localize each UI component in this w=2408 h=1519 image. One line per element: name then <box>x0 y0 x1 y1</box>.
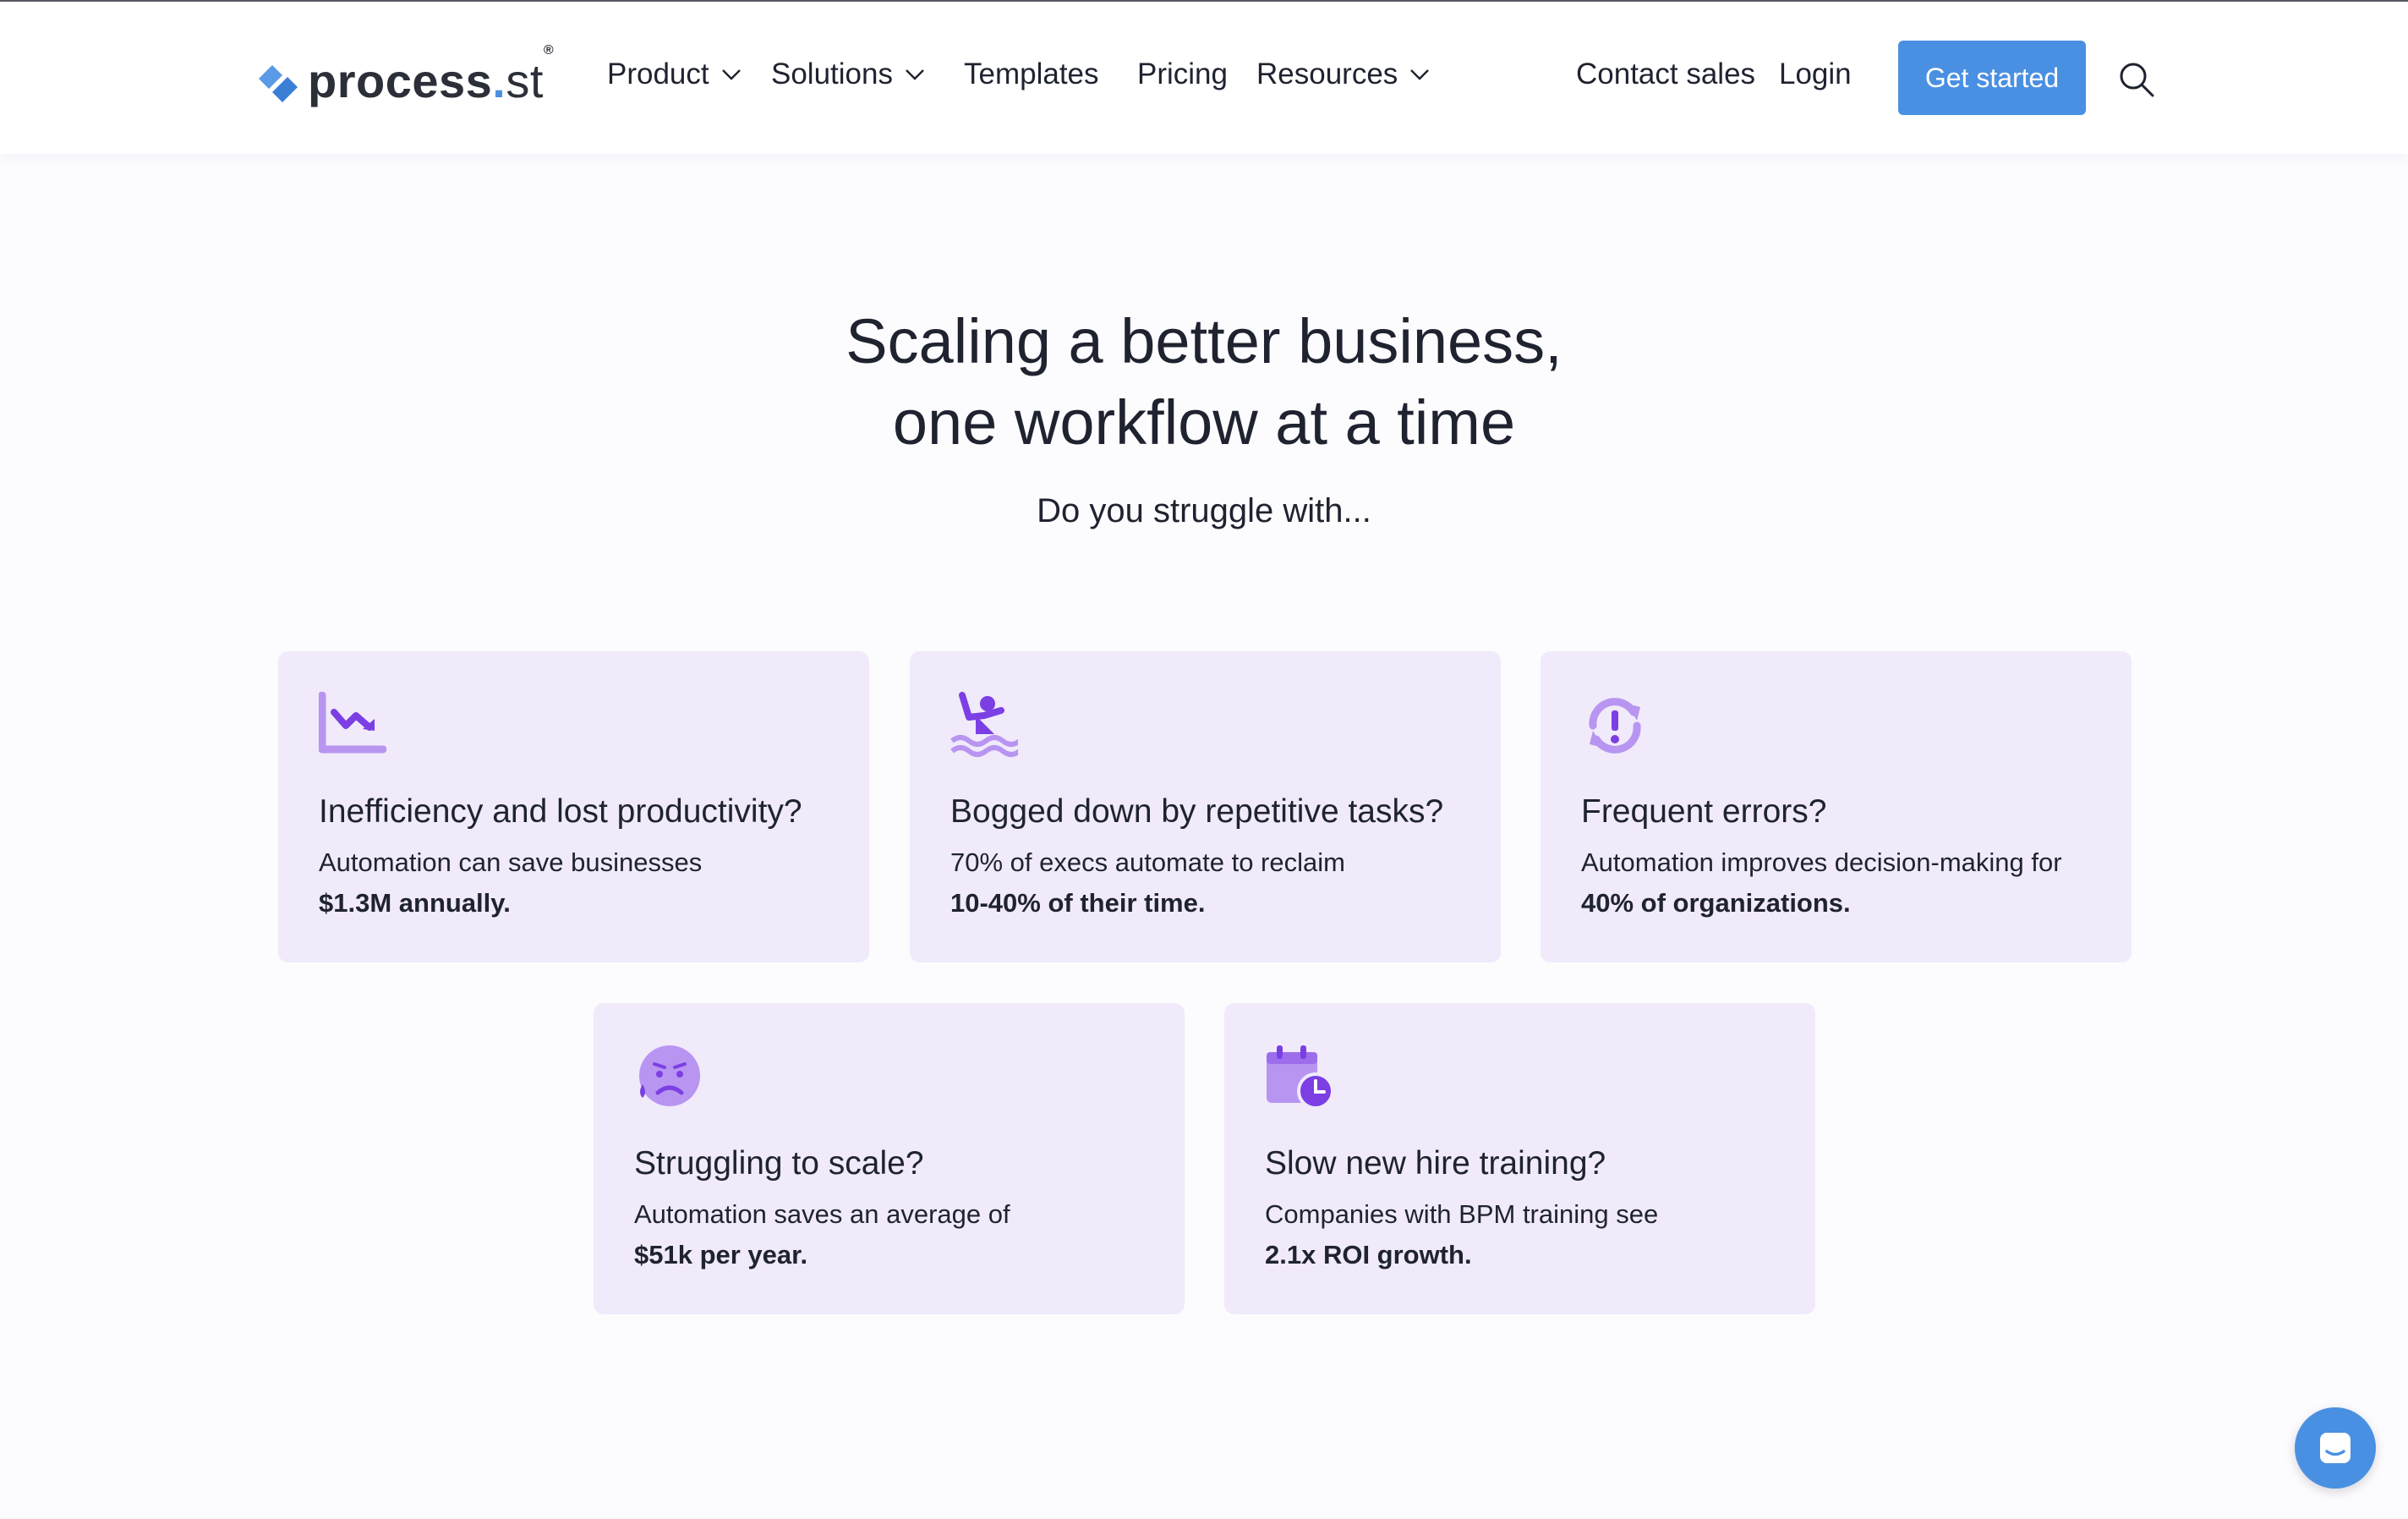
card-repetitive-tasks: Bogged down by repetitive tasks? 70% of … <box>910 651 1501 962</box>
hero-title: Scaling a better business, one workflow … <box>846 306 1562 458</box>
card-body: 70% of execs automate to reclaim 10-40% … <box>950 847 1345 918</box>
search-button[interactable] <box>2118 61 2155 102</box>
calendar-clock-icon <box>1267 1045 1333 1110</box>
chat-icon <box>2320 1433 2351 1463</box>
logo-text: process.st® <box>308 42 555 107</box>
card-inefficiency: Inefficiency and lost productivity? Auto… <box>278 651 869 962</box>
card-title: Slow new hire training? <box>1265 1145 1606 1182</box>
drowning-person-icon <box>950 692 1018 757</box>
contact-sales-link[interactable]: Contact sales <box>1576 58 1755 91</box>
nav-resources[interactable]: Resources <box>1256 58 1430 91</box>
chart-down-icon <box>319 692 386 754</box>
sad-face-icon <box>639 1045 700 1106</box>
logo[interactable]: process.st® <box>254 42 555 107</box>
card-body: Automation improves decision-making for … <box>1581 847 2062 918</box>
card-title: Struggling to scale? <box>634 1145 924 1182</box>
chat-launcher-button[interactable] <box>2295 1407 2376 1489</box>
card-body: Companies with BPM training see 2.1x ROI… <box>1265 1199 1659 1269</box>
nav-solutions[interactable]: Solutions <box>771 58 925 91</box>
search-icon <box>2120 63 2154 97</box>
chevron-down-icon <box>906 69 924 80</box>
chevron-down-icon <box>721 69 741 80</box>
nav-pricing[interactable]: Pricing <box>1137 58 1228 91</box>
card-title: Bogged down by repetitive tasks? <box>950 793 1444 830</box>
login-link[interactable]: Login <box>1779 58 1852 91</box>
card-title: Inefficiency and lost productivity? <box>319 793 802 830</box>
card-frequent-errors: Frequent errors? Automation improves dec… <box>1541 651 2132 962</box>
logo-mark-icon <box>259 65 298 102</box>
nav-product[interactable]: Product <box>607 58 742 91</box>
chevron-down-icon <box>1410 69 1430 80</box>
card-struggling-to-scale: Struggling to scale? Automation saves an… <box>594 1003 1185 1314</box>
card-body: Automation can save businesses $1.3M ann… <box>319 847 703 918</box>
card-new-hire-training: Slow new hire training? Companies with B… <box>1224 1003 1815 1314</box>
site-header: process.st® Product Solutions Templates … <box>0 2 2408 154</box>
sync-error-icon <box>1589 698 1641 754</box>
get-started-button[interactable]: Get started <box>1898 41 2086 115</box>
hero-subtitle: Do you struggle with... <box>1037 492 1371 529</box>
nav-templates[interactable]: Templates <box>964 58 1099 91</box>
card-title: Frequent errors? <box>1581 793 1827 830</box>
card-body: Automation saves an average of $51k per … <box>634 1199 1010 1269</box>
